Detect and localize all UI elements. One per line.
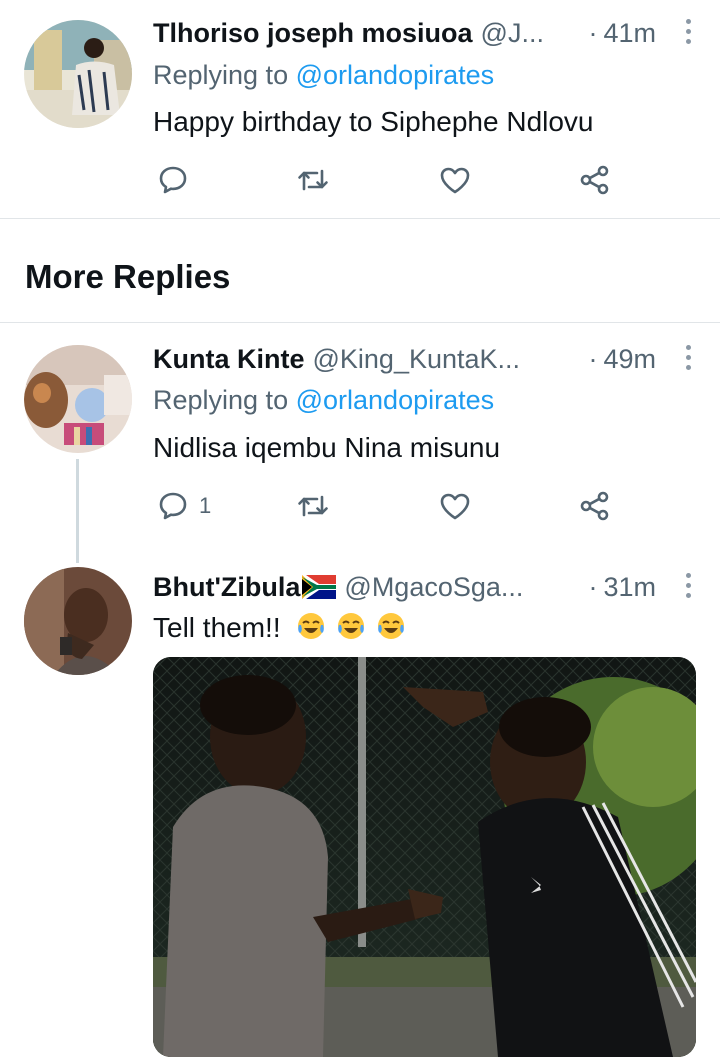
more-vertical-icon[interactable] [684, 573, 692, 601]
divider [0, 218, 720, 219]
separator-dot: · [588, 343, 598, 374]
replying-handle-link[interactable]: @orlandopirates [296, 385, 495, 415]
user-handle[interactable]: @J... [481, 18, 544, 49]
retweet-icon [298, 169, 328, 191]
replying-to: Replying to @orlandopirates [153, 385, 494, 416]
timestamp[interactable]: 49m [603, 344, 656, 375]
tweet-text-content: Tell them!! [153, 612, 281, 643]
replying-prefix: Replying to [153, 385, 289, 415]
face-with-tears-of-joy-emoji [298, 613, 325, 639]
separator-dot: · [588, 17, 598, 48]
avatar[interactable] [24, 345, 132, 453]
like-button[interactable] [437, 486, 473, 526]
south-africa-flag-icon [302, 575, 337, 599]
tweet-text: Tell them!! [153, 611, 406, 644]
user-handle[interactable]: @King_KuntaK... [313, 344, 521, 375]
tweet-1[interactable]: Tlhoriso joseph mosiuoa @J... · 41m Repl… [0, 0, 720, 218]
retweet-button[interactable] [295, 486, 331, 526]
like-button[interactable] [437, 160, 473, 200]
timestamp[interactable]: 41m [603, 18, 656, 49]
tweet-media-image[interactable] [153, 657, 696, 1057]
tweet-actions: 1 [153, 486, 613, 526]
display-name[interactable]: Kunta Kinte [153, 344, 305, 375]
tweet-text: Nidlisa iqembu Nina misunu [153, 432, 501, 463]
more-vertical-icon[interactable] [684, 19, 692, 47]
tweet-actions [153, 160, 613, 200]
share-button[interactable] [577, 160, 613, 200]
reply-icon [159, 166, 187, 194]
display-name[interactable]: Tlhoriso joseph mosiuoa [153, 18, 473, 49]
face-with-tears-of-joy-emoji [377, 613, 404, 639]
reply-button[interactable]: 1 [155, 486, 211, 526]
section-title: More Replies [25, 258, 231, 295]
share-icon [580, 165, 609, 195]
share-button[interactable] [577, 486, 613, 526]
share-icon [580, 491, 609, 521]
heart-icon [440, 493, 470, 520]
avatar[interactable] [24, 20, 132, 128]
retweet-button[interactable] [295, 160, 331, 200]
face-with-tears-of-joy-emoji [338, 613, 365, 639]
tweet-2[interactable]: Kunta Kinte @King_KuntaK... · 49m Replyi… [0, 323, 720, 563]
separator-dot: · [588, 571, 598, 602]
replying-prefix: Replying to [153, 60, 289, 90]
user-handle[interactable]: @MgacoSga... [344, 572, 523, 603]
display-name[interactable]: Bhut'Zibula [153, 572, 300, 603]
thread-line [76, 459, 79, 563]
heart-icon [440, 167, 470, 194]
reply-icon [159, 492, 187, 520]
replying-handle-link[interactable]: @orlandopirates [296, 60, 495, 90]
tweet-text: Happy birthday to Siphephe Ndlovu [153, 106, 594, 137]
reply-button[interactable] [155, 160, 191, 200]
avatar[interactable] [24, 567, 132, 675]
timestamp[interactable]: 31m [603, 572, 656, 603]
reply-count: 1 [199, 493, 212, 518]
more-vertical-icon[interactable] [684, 345, 692, 373]
retweet-icon [298, 495, 328, 517]
replying-to: Replying to @orlandopirates [153, 60, 494, 91]
